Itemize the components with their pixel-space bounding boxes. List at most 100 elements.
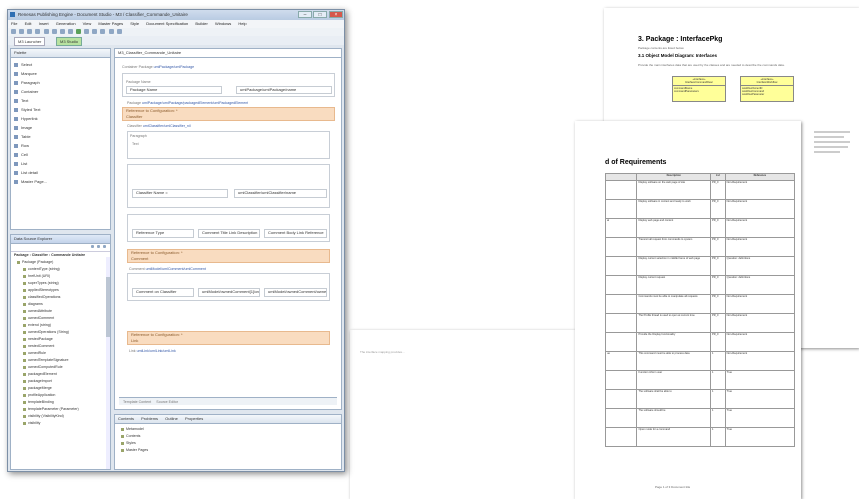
model-tree-item[interactable]: hrefUnit (URI) [17, 273, 110, 280]
debug-icon[interactable] [84, 29, 90, 34]
palette-item[interactable]: Container [11, 87, 110, 96]
undo-icon[interactable] [35, 29, 41, 34]
model-tree-item[interactable]: appliedStereotypes [17, 287, 110, 294]
model-tree-item[interactable]: ownedTemplateSignature [17, 357, 110, 364]
row-cell-comment-body[interactable]: Comment Body Link Reference [264, 229, 327, 238]
new-icon[interactable] [11, 29, 16, 34]
palette-item[interactable]: List detail [11, 168, 110, 177]
tab-template-content[interactable]: Template Content [123, 400, 151, 404]
palette-item[interactable]: Image [11, 123, 110, 132]
menu-help[interactable]: Help [238, 21, 246, 26]
tab-properties[interactable]: Properties [185, 416, 203, 421]
menu-file[interactable]: File [11, 21, 17, 26]
model-tree-item[interactable]: ownedComputedRule [17, 364, 110, 371]
palette-item[interactable]: Master Page... [11, 177, 110, 186]
menu-master-pages[interactable]: Master Pages [98, 21, 123, 26]
menu-edit[interactable]: Edit [25, 21, 32, 26]
palette-item[interactable]: Styled Text [11, 105, 110, 114]
model-tree-item[interactable]: ownedRule [17, 350, 110, 357]
model-tree-item[interactable]: nestedPackage [17, 336, 110, 343]
filter-icon[interactable] [96, 245, 100, 249]
sub-breadcrumb-link[interactable]: umlPackage/umlPackage/packagedElement/um… [142, 101, 248, 105]
refresh-icon[interactable] [108, 29, 114, 34]
palette-item[interactable]: Paragraph [11, 78, 110, 87]
palette-item[interactable]: Hyperlink [11, 114, 110, 123]
model-tree-item[interactable]: ownedOperations (String) [17, 329, 110, 336]
tab-contents[interactable]: Contents [118, 416, 134, 421]
comment-link[interactable]: umlModel/umlComment/umlComment [146, 267, 206, 271]
classifier-name-field[interactable]: Classifier Name = [132, 189, 228, 198]
menu-windows[interactable]: Windows [215, 21, 231, 26]
collapse-icon[interactable] [90, 245, 94, 249]
model-tree-item[interactable]: templateBinding [17, 399, 110, 406]
tab-problems[interactable]: Problems [141, 416, 158, 421]
model-tree-item[interactable]: templateParameter (Parameter) [17, 406, 110, 413]
settings-icon[interactable] [116, 29, 122, 34]
palette-item[interactable]: Text [11, 96, 110, 105]
contents-item[interactable]: Styles [121, 440, 341, 447]
menu-style[interactable]: Style [130, 21, 139, 26]
row-cell-comment-title[interactable]: Comment Title Link Description [198, 229, 260, 238]
model-tree-item[interactable]: ownedAttribute [17, 308, 110, 315]
menu-insert[interactable]: Insert [39, 21, 49, 26]
model-tree-item[interactable]: packagedElement [17, 371, 110, 378]
paste-icon[interactable] [67, 29, 73, 34]
print-icon[interactable] [27, 29, 33, 34]
breadcrumb-link[interactable]: umlPackage/umlPackage [154, 65, 195, 69]
comment-cell[interactable]: Comment on Classifier [132, 288, 194, 297]
row-cell-reference-type[interactable]: Reference Type [132, 229, 194, 238]
model-tree-item[interactable]: visibility (VisibilityKind) [17, 413, 110, 420]
menu-builder[interactable]: Builder [195, 21, 207, 26]
model-tree-item[interactable]: contentType (string) [17, 266, 110, 273]
zoom-icon[interactable] [100, 29, 106, 34]
model-tree-item[interactable]: nestedComment [17, 343, 110, 350]
palette-item[interactable]: Cell [11, 150, 110, 159]
model-tree-item[interactable]: ownedComment [17, 315, 110, 322]
palette-item[interactable]: Marquee [11, 69, 110, 78]
model-tree-item[interactable]: Package (Package) [17, 259, 110, 266]
maximize-button[interactable]: □ [313, 11, 327, 18]
comment-path-cell-2[interactable]: umlModel/ownedComment/ownedComment/body [264, 288, 327, 297]
tab-outline[interactable]: Outline [165, 416, 178, 421]
model-tree-item[interactable]: profileApplication [17, 392, 110, 399]
refresh-icon[interactable] [103, 245, 106, 249]
model-tree-item[interactable]: classifiedOperations [17, 294, 110, 301]
contents-item[interactable]: Metamodel [121, 426, 341, 433]
model-tree-item[interactable]: extend (string) [17, 322, 110, 329]
menu-generation[interactable]: Generation [56, 21, 76, 26]
vertical-scrollbar[interactable] [106, 257, 110, 469]
contents-item[interactable]: Contents [121, 433, 341, 440]
tab-source-editor[interactable]: Source Editor [156, 400, 178, 404]
close-button[interactable]: × [329, 11, 343, 18]
cut-icon[interactable] [51, 29, 57, 34]
palette-item[interactable]: Table [11, 132, 110, 141]
minimize-button[interactable]: – [298, 11, 312, 18]
save-icon[interactable] [19, 29, 25, 34]
palette-tab[interactable]: Palette [11, 49, 110, 58]
package-name-field[interactable]: Package Name [126, 86, 222, 94]
package-path-field[interactable]: umlPackage/umlPackage/name [236, 86, 332, 94]
comment-path-cell[interactable]: umlModel/ownedComment[1]/ownedComment/bo… [198, 288, 260, 297]
contents-item[interactable]: Master Pages [121, 447, 341, 454]
palette-item[interactable]: Select [11, 60, 110, 69]
copy-icon[interactable] [59, 29, 65, 34]
model-tree-item[interactable]: diagrams [17, 301, 110, 308]
menu-view[interactable]: View [83, 21, 92, 26]
redo-icon[interactable] [43, 29, 49, 34]
palette-item[interactable]: List [11, 159, 110, 168]
model-tree-item[interactable]: packageImport [17, 378, 110, 385]
link-path[interactable]: umlLink/umlLink/umlLink [137, 349, 176, 353]
perspective-m3-studio[interactable]: M3 Studio [56, 37, 83, 46]
model-tree-item[interactable]: packageMerge [17, 385, 110, 392]
model-tree-item[interactable]: visibility [17, 420, 110, 427]
search-icon[interactable] [92, 29, 98, 34]
model-tree-item[interactable]: superTypes (string) [17, 280, 110, 287]
editor-tab[interactable]: M3_Classifier_Commande_Unitaire [115, 49, 341, 58]
data-source-tab[interactable]: Data Source Explorer [11, 235, 110, 244]
run-icon[interactable] [76, 29, 81, 34]
classifier-link[interactable]: umlClassifier/umlClassifier_nil [143, 124, 191, 128]
perspective-m3-launcher[interactable]: M3 Launcher [14, 37, 46, 46]
menu-document-specification[interactable]: Document Specification [146, 21, 188, 26]
classifier-path-field[interactable]: umlClassifier/umlClassifier/name [234, 189, 327, 198]
palette-item[interactable]: Row [11, 141, 110, 150]
